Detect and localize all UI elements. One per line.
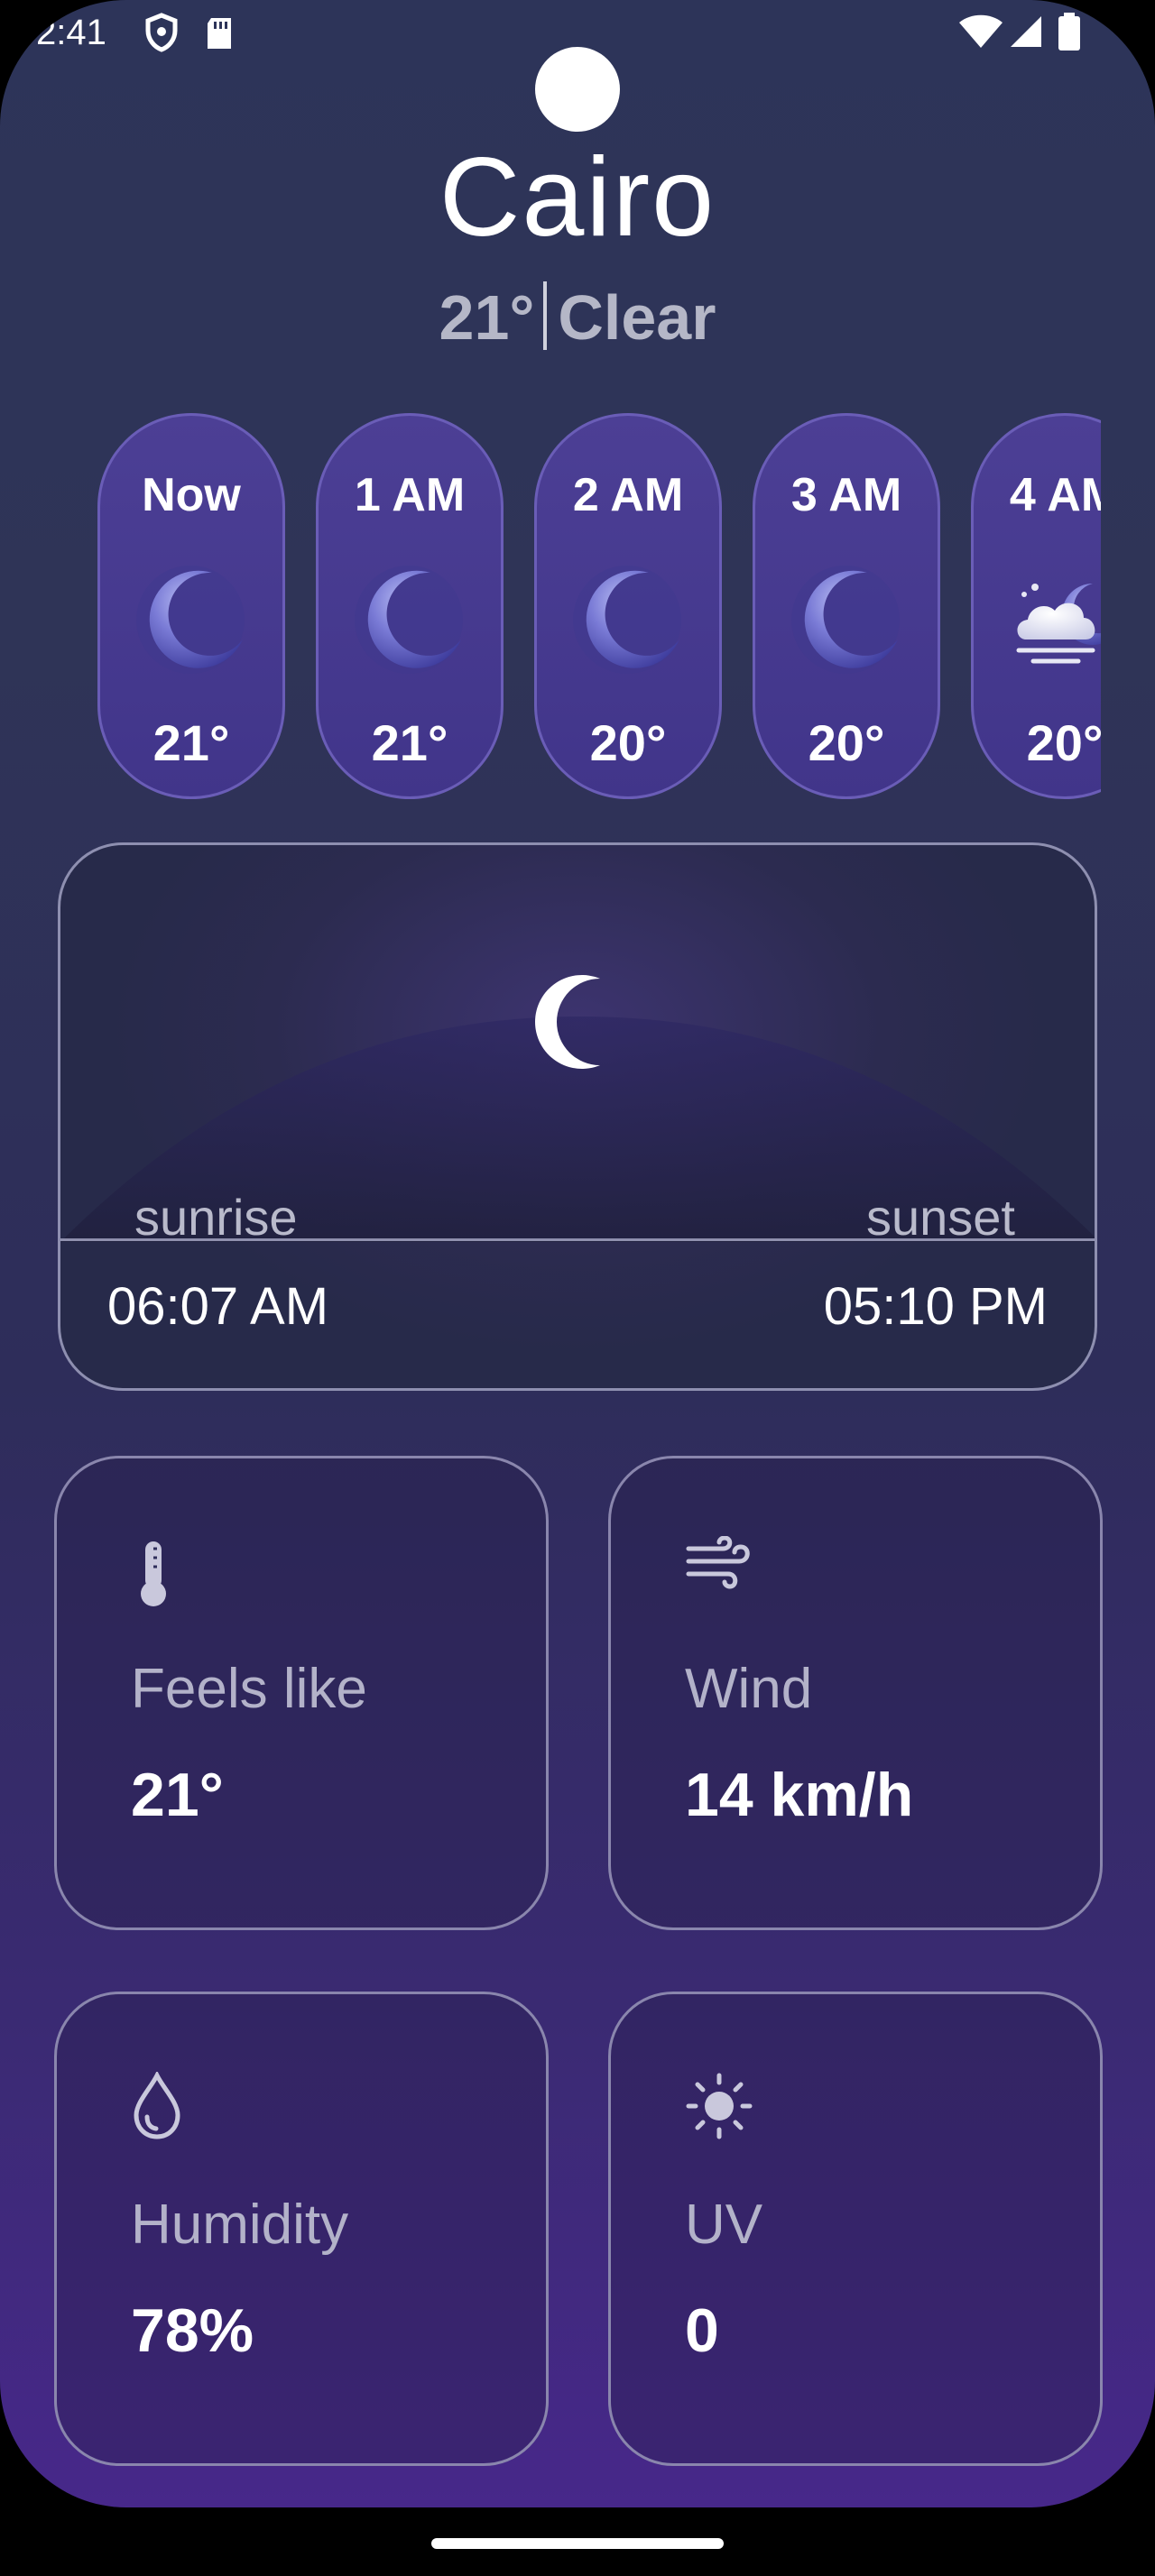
sun-icon xyxy=(686,2073,753,2139)
hour-label: 4 AM xyxy=(1009,469,1101,521)
home-gesture-handle[interactable] xyxy=(431,2538,724,2549)
uv-label: UV xyxy=(685,2194,763,2256)
hour-card-now[interactable]: Now 21° xyxy=(97,413,285,799)
current-condition: Clear xyxy=(558,282,716,353)
sunset-label: sunset xyxy=(866,1189,1015,1246)
hour-label: 2 AM xyxy=(572,469,684,521)
hour-temp: 20° xyxy=(808,714,885,771)
sd-card-icon xyxy=(208,18,231,49)
hour-temp: 21° xyxy=(152,714,230,771)
hour-card-3am[interactable]: 3 AM 20° xyxy=(753,413,940,799)
wind-label: Wind xyxy=(685,1658,813,1720)
wind-tile: Wind 14 km/h xyxy=(608,1456,1103,1930)
humidity-tile: Humidity 78% xyxy=(54,1992,549,2466)
hour-label: 1 AM xyxy=(354,469,466,521)
hour-card-4am[interactable]: 4 AM 20° xyxy=(971,413,1101,799)
signal-icon xyxy=(1011,16,1041,47)
wifi-icon xyxy=(959,14,1003,48)
city-name: Cairo xyxy=(439,135,716,260)
sun-arc-card: sunrise sunset 06:07 AM 05:10 PM xyxy=(58,842,1097,1391)
shield-icon xyxy=(145,13,178,52)
sunset-time: 05:10 PM xyxy=(823,1277,1048,1336)
wind-value: 14 km/h xyxy=(685,1761,914,1829)
battery-icon xyxy=(1058,13,1080,51)
status-time: 2:41 xyxy=(36,13,106,52)
moon-icon xyxy=(535,975,600,1069)
sunrise-label: sunrise xyxy=(134,1189,298,1246)
moon-icon xyxy=(791,566,900,674)
humidity-value: 78% xyxy=(131,2296,254,2365)
cloudy-night-icon xyxy=(1016,584,1101,664)
uv-tile: UV 0 xyxy=(608,1992,1103,2466)
moon-icon xyxy=(136,566,245,674)
water-drop-icon xyxy=(134,2072,180,2139)
weather-screen: 2:41 Cairo 21° Clear Now 21° 1 AM 21° 2 … xyxy=(0,0,1155,2507)
hour-label: 3 AM xyxy=(790,469,902,521)
uv-value: 0 xyxy=(685,2296,719,2365)
camera-cutout xyxy=(535,47,620,132)
hour-temp: 20° xyxy=(589,714,667,771)
current-temperature: 21° xyxy=(439,282,535,353)
hour-temp: 21° xyxy=(371,714,448,771)
hour-label: Now xyxy=(142,469,241,521)
hour-card-1am[interactable]: 1 AM 21° xyxy=(316,413,504,799)
feels-like-tile: Feels like 21° xyxy=(54,1456,549,1930)
summary-divider xyxy=(543,281,548,350)
feels-like-label: Feels like xyxy=(131,1658,367,1720)
moon-icon xyxy=(355,566,463,674)
hourly-forecast[interactable]: Now 21° 1 AM 21° 2 AM 20° 3 AM 20° 4 AM … xyxy=(96,411,1101,801)
wind-icon xyxy=(686,1536,750,1589)
thermometer-icon xyxy=(141,1541,166,1606)
current-summary: 21° Clear xyxy=(0,281,1155,354)
hour-temp: 20° xyxy=(1026,714,1101,771)
feels-like-value: 21° xyxy=(131,1761,224,1829)
humidity-label: Humidity xyxy=(131,2194,349,2256)
moon-icon xyxy=(573,566,681,674)
sunrise-time: 06:07 AM xyxy=(107,1277,329,1336)
hour-card-2am[interactable]: 2 AM 20° xyxy=(534,413,722,799)
